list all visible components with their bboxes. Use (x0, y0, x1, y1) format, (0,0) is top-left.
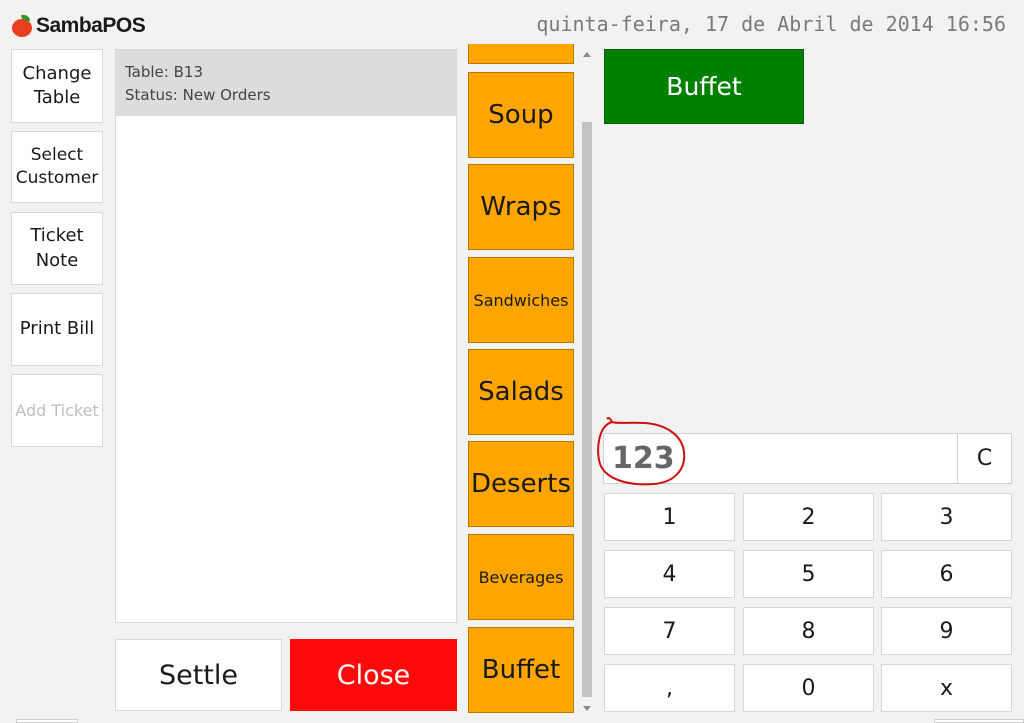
category-soup[interactable]: Soup (468, 72, 574, 158)
category-partial[interactable] (468, 44, 574, 64)
category-scrollbar[interactable] (580, 46, 594, 715)
category-deserts[interactable]: Deserts (468, 441, 574, 527)
numpad-key-2[interactable]: 2 (743, 493, 874, 541)
category-sandwiches[interactable]: Sandwiches (468, 257, 574, 343)
category-beverages[interactable]: Beverages (468, 534, 574, 620)
ticket-panel: Table: B13 Status: New Orders (115, 49, 457, 623)
numpad-key-8[interactable]: 8 (743, 607, 874, 655)
number-display[interactable]: 123 (603, 433, 958, 484)
numpad-key-4[interactable]: 4 (604, 550, 735, 598)
date-time: quinta-feira, 17 de Abril de 2014 16:56 (536, 12, 1006, 36)
ticket-note-button[interactable]: Ticket Note (11, 212, 103, 285)
apple-logo-icon (12, 15, 34, 37)
category-wraps[interactable]: Wraps (468, 164, 574, 250)
numpad-key-comma[interactable]: , (604, 664, 735, 712)
sambapos-logo: SambaPOS (12, 10, 146, 42)
scroll-up-icon[interactable] (583, 52, 591, 57)
close-button[interactable]: Close (290, 639, 457, 711)
print-bill-button[interactable]: Print Bill (11, 293, 103, 366)
numpad-key-0[interactable]: 0 (743, 664, 874, 712)
category-list: Soup Wraps Sandwiches Salads Deserts Bev… (468, 44, 574, 716)
ticket-table: Table: B13 (125, 63, 203, 81)
numpad-key-3[interactable]: 3 (881, 493, 1012, 541)
settle-button[interactable]: Settle (115, 639, 282, 711)
numpad-key-multiply[interactable]: x (881, 664, 1012, 712)
change-table-button[interactable]: Change Table (11, 49, 103, 123)
numpad-key-9[interactable]: 9 (881, 607, 1012, 655)
ticket-status: Status: New Orders (125, 86, 271, 105)
add-ticket-button: Add Ticket (11, 374, 103, 447)
numpad-key-5[interactable]: 5 (743, 550, 874, 598)
app-name: SambaPOS (36, 14, 146, 37)
numpad-key-6[interactable]: 6 (881, 550, 1012, 598)
scroll-thumb[interactable] (582, 122, 592, 697)
bottom-tab-left[interactable] (16, 719, 78, 723)
numpad-key-7[interactable]: 7 (604, 607, 735, 655)
select-customer-button[interactable]: Select Customer (11, 131, 103, 203)
scroll-down-icon[interactable] (583, 706, 591, 711)
bottom-tab-right[interactable] (934, 719, 1024, 723)
category-salads[interactable]: Salads (468, 349, 574, 435)
category-buffet[interactable]: Buffet (468, 627, 574, 713)
numpad-key-1[interactable]: 1 (604, 493, 735, 541)
ticket-header[interactable]: Table: B13 Status: New Orders (116, 50, 456, 116)
product-buffet[interactable]: Buffet (604, 49, 804, 124)
clear-button[interactable]: C (957, 433, 1012, 484)
